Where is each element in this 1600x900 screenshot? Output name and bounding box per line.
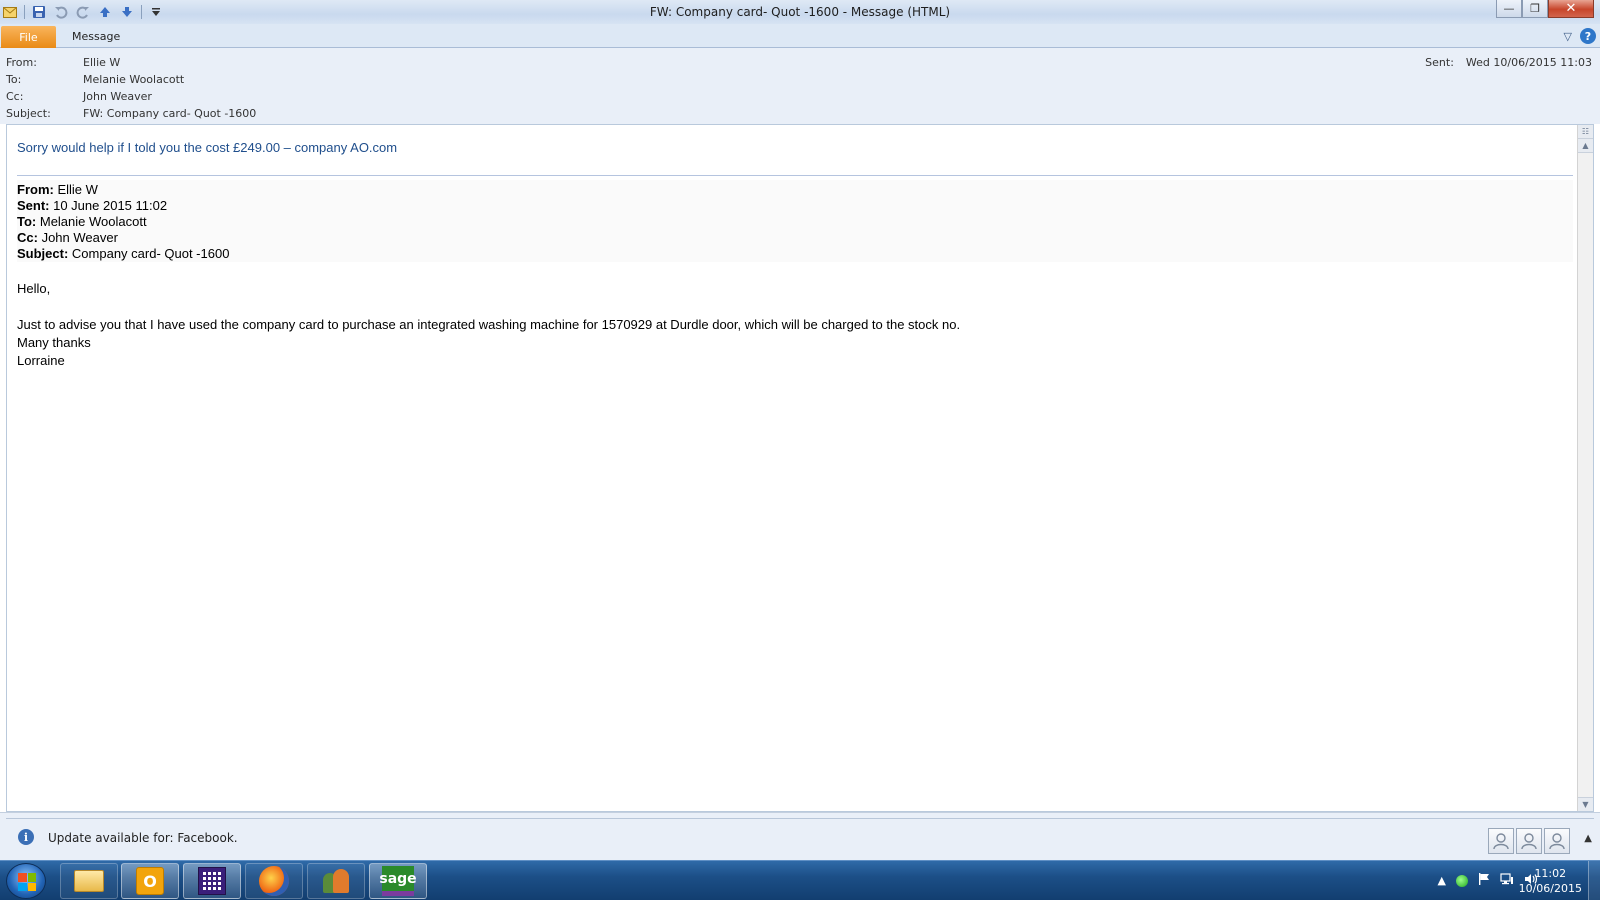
header-from-row: From: Ellie W — [6, 56, 120, 72]
window-controls: — ❐ ✕ — [1496, 0, 1594, 18]
person-avatar-icon[interactable] — [1516, 828, 1542, 854]
taskbar: O sage ▲ 11:02 10/06/2015 — [0, 860, 1600, 900]
taskbar-calculator[interactable] — [183, 863, 241, 899]
clock-date: 10/06/2015 — [1518, 882, 1582, 895]
collapse-ribbon-icon[interactable]: ▽ — [1564, 30, 1572, 43]
fwd-cc-label: Cc: — [17, 230, 38, 245]
close-button[interactable]: ✕ — [1548, 0, 1594, 18]
cc-value[interactable]: John Weaver — [83, 90, 152, 106]
taskbar-sage[interactable]: sage — [369, 863, 427, 899]
minimize-button[interactable]: — — [1496, 0, 1522, 18]
subject-value: FW: Company card- Quot -1600 — [83, 107, 257, 120]
fwd-subject-label: Subject: — [17, 246, 69, 261]
info-icon: i — [18, 829, 34, 845]
show-desktop-button[interactable] — [1588, 861, 1600, 900]
folder-icon — [74, 870, 104, 892]
fwd-to-label: To: — [17, 214, 37, 229]
fwd-cc-value: John Weaver — [37, 230, 118, 245]
reply-text: Sorry would help if I told you the cost … — [17, 140, 398, 155]
update-available-text[interactable]: Update available for: Facebook. — [48, 831, 238, 845]
taskbar-explorer[interactable] — [60, 863, 118, 899]
message-body[interactable]: Sorry would help if I told you the cost … — [6, 124, 1594, 812]
ribbon-right-controls: ▽ ? — [1564, 28, 1596, 44]
from-value[interactable]: Ellie W — [83, 56, 120, 72]
scroll-up-arrow-icon[interactable]: ▲ — [1578, 139, 1593, 153]
header-to-row: To: Melanie Woolacott — [6, 73, 184, 89]
forwarded-header: From: Ellie W Sent: 10 June 2015 11:02 T… — [17, 180, 1573, 262]
fwd-cc-line: Cc: John Weaver — [17, 230, 1573, 246]
header-cc-row: Cc: John Weaver — [6, 90, 152, 106]
greeting: Hello, — [17, 281, 51, 296]
window-title: FW: Company card- Quot -1600 - Message (… — [649, 5, 951, 19]
header-subject-row: Subject: FW: Company card- Quot -1600 — [6, 107, 256, 123]
subject-label: Subject: — [6, 107, 51, 120]
fwd-subject-line: Subject: Company card- Quot -1600 — [17, 246, 1573, 262]
people-pane — [1486, 828, 1570, 854]
tab-file[interactable]: File — [1, 26, 56, 48]
fwd-from-label: From: — [17, 182, 54, 197]
users-icon — [321, 867, 351, 895]
sent-value: Wed 10/06/2015 11:03 — [1465, 56, 1592, 69]
signature: Lorraine — [17, 353, 65, 368]
info-bar-divider — [6, 818, 1594, 819]
title-bar: FW: Company card- Quot -1600 - Message (… — [0, 0, 1600, 24]
taskbar-contacts[interactable] — [307, 863, 365, 899]
fwd-to-line: To: Melanie Woolacott — [17, 214, 1573, 230]
sent-label: Sent: — [1425, 56, 1454, 69]
signoff: Many thanks — [17, 335, 91, 350]
help-icon[interactable]: ? — [1580, 28, 1596, 44]
to-label: To: — [6, 73, 22, 86]
network-icon[interactable] — [1500, 873, 1514, 888]
info-bar: i Update available for: Facebook. ▲ — [0, 812, 1600, 860]
windows-logo-icon — [18, 873, 36, 891]
message-content: Hello, Just to advise you that I have us… — [17, 280, 960, 370]
forward-divider — [17, 175, 1573, 176]
sage-icon: sage — [379, 866, 417, 896]
ribbon-tabs: File Message ▽ ? — [0, 24, 1600, 48]
firefox-icon — [259, 866, 289, 896]
reading-pane-toggle-icon[interactable]: ☷ — [1578, 125, 1593, 139]
calculator-icon — [198, 867, 226, 895]
start-button[interactable] — [6, 863, 46, 899]
fwd-sent-label: Sent: — [17, 198, 50, 213]
message-header: From: Ellie W To: Melanie Woolacott Cc: … — [0, 48, 1600, 124]
vertical-scrollbar[interactable]: ☷ ▲ ▼ — [1577, 125, 1593, 811]
fwd-from-line: From: Ellie W — [17, 182, 1573, 198]
cc-label: Cc: — [6, 90, 24, 103]
clock-time: 11:02 — [1534, 867, 1567, 880]
clock[interactable]: 11:02 10/06/2015 — [1519, 866, 1582, 896]
sent-info: Sent: Wed 10/06/2015 11:03 — [1425, 56, 1592, 69]
taskbar-outlook[interactable]: O — [121, 863, 179, 899]
taskbar-firefox[interactable] — [245, 863, 303, 899]
expand-people-pane-icon[interactable]: ▲ — [1584, 833, 1592, 844]
to-value[interactable]: Melanie Woolacott — [83, 73, 184, 89]
fwd-sent-value: 10 June 2015 11:02 — [49, 198, 168, 213]
fwd-subject-value: Company card- Quot -1600 — [68, 246, 230, 261]
outlook-icon: O — [136, 867, 164, 895]
tab-message[interactable]: Message — [72, 30, 120, 43]
from-label: From: — [6, 56, 37, 69]
fwd-to-value: Melanie Woolacott — [36, 214, 147, 229]
show-hidden-icons-icon[interactable]: ▲ — [1438, 874, 1446, 887]
fwd-from-value: Ellie W — [53, 182, 98, 197]
message-paragraph: Just to advise you that I have used the … — [17, 317, 961, 332]
scroll-down-arrow-icon[interactable]: ▼ — [1578, 797, 1593, 811]
person-avatar-icon[interactable] — [1544, 828, 1570, 854]
person-avatar-icon[interactable] — [1488, 828, 1514, 854]
restore-button[interactable]: ❐ — [1522, 0, 1548, 18]
fwd-sent-line: Sent: 10 June 2015 11:02 — [17, 198, 1573, 214]
action-center-flag-icon[interactable] — [1478, 873, 1490, 888]
status-green-icon[interactable] — [1456, 874, 1468, 887]
